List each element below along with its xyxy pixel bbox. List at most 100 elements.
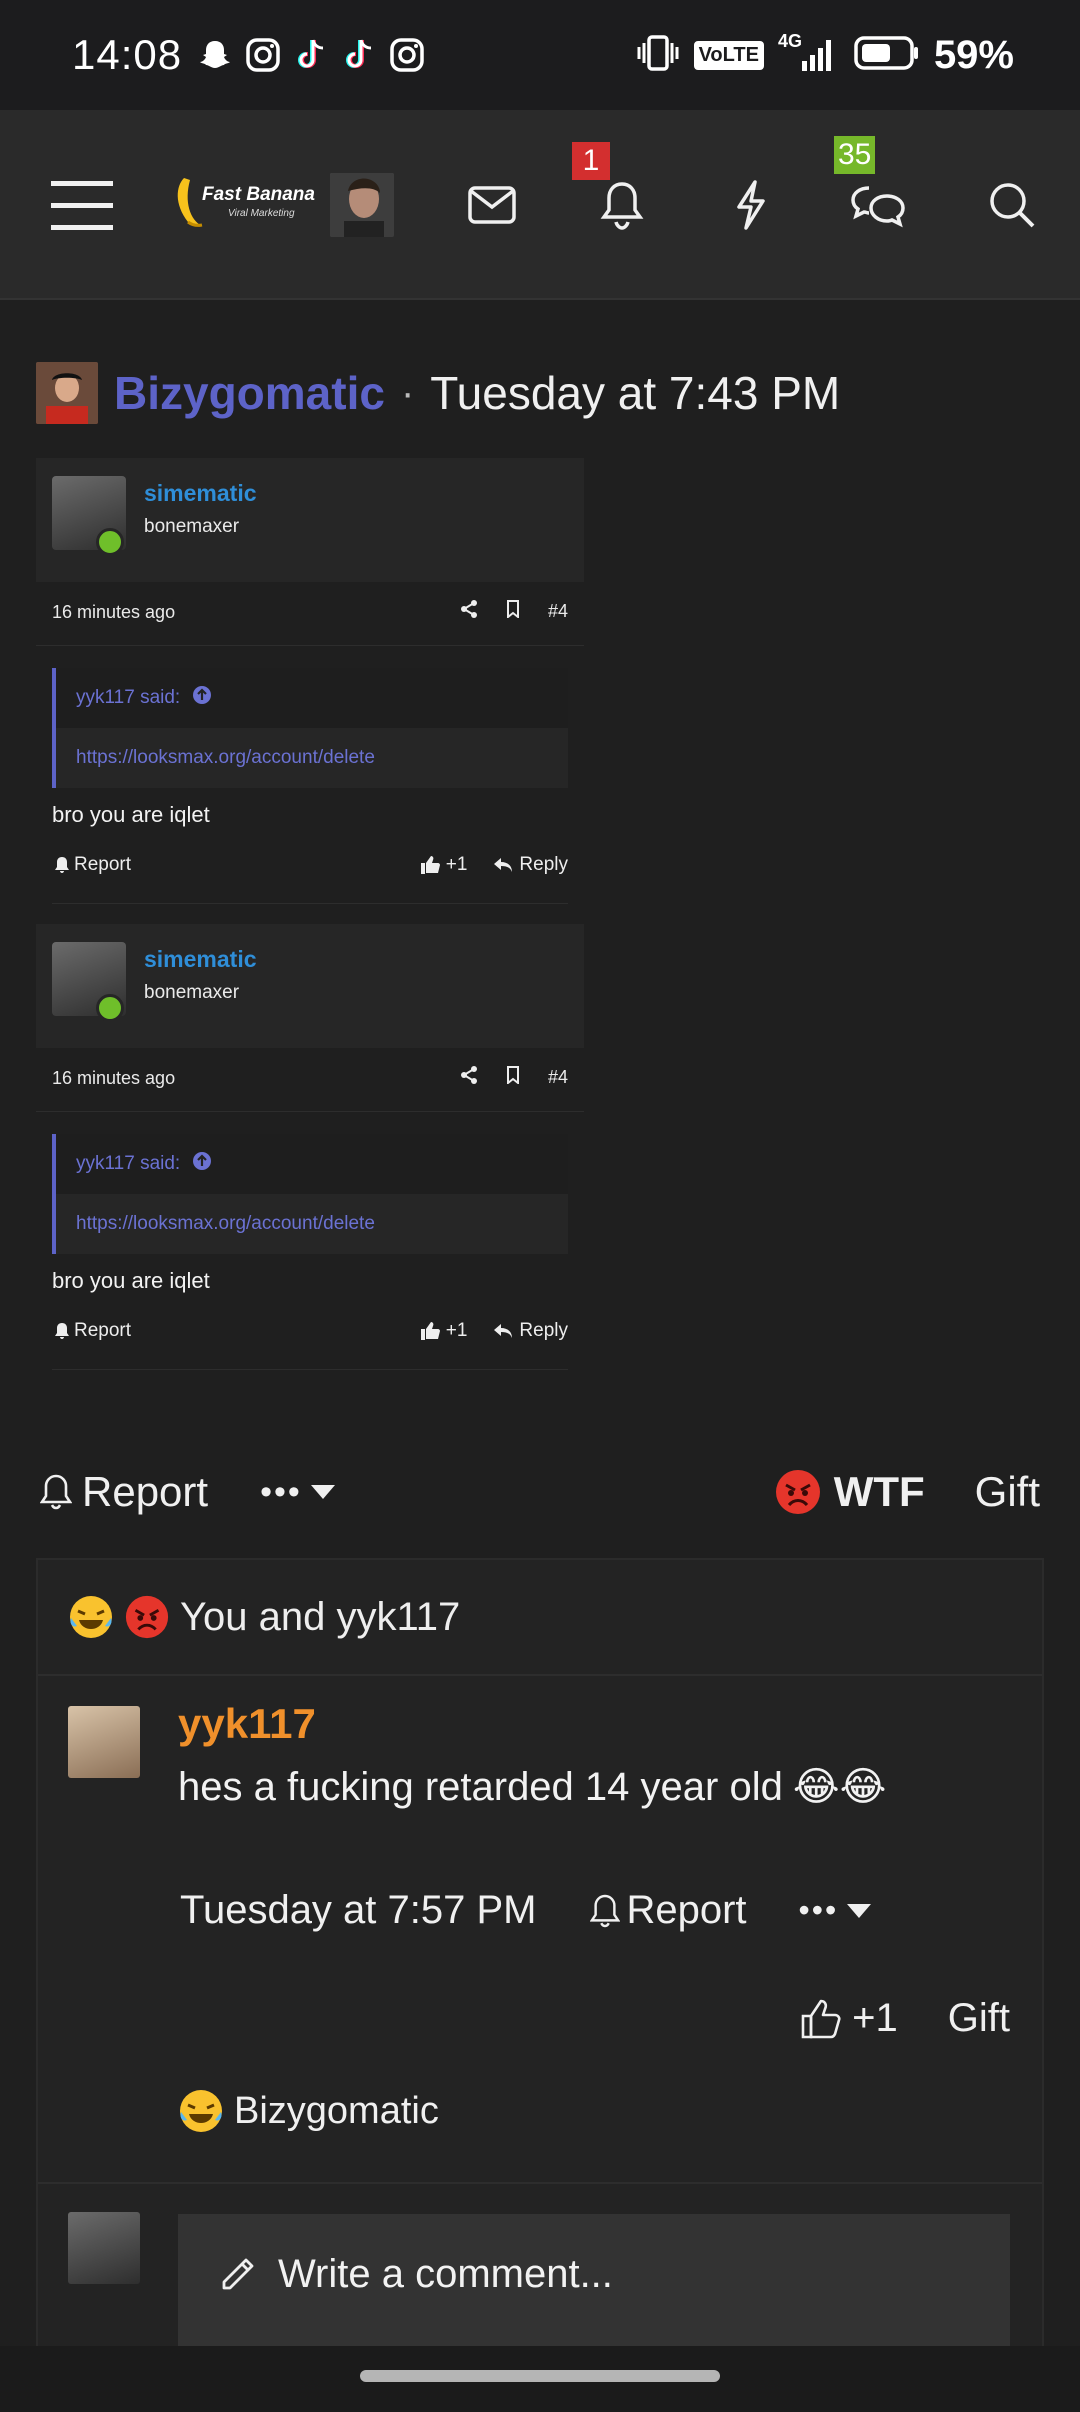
report-button[interactable]: Report — [54, 854, 131, 876]
quote-author[interactable]: yyk117 said: — [76, 687, 180, 709]
bell-icon — [55, 1323, 69, 1339]
reactions-summary[interactable]: You and yyk117 — [38, 1560, 1042, 1676]
angry-face-icon — [125, 1595, 169, 1639]
online-indicator — [96, 994, 124, 1022]
quote-block: yyk117 said: https://looksmax.org/accoun… — [52, 668, 568, 788]
thread-header: Bizygomatic · Tuesday at 7:43 PM — [36, 362, 840, 424]
comment-text: hes a fucking retarded 14 year old — [178, 1764, 783, 1809]
embedded-post: simematic bonemaxer 16 minutes ago #4 yy… — [36, 924, 584, 1370]
instagram-icon — [244, 36, 282, 74]
report-button[interactable]: Report — [590, 1888, 747, 1933]
laughing-crying-emoji: 😂😂 — [792, 1764, 887, 1810]
status-time: 14:08 — [72, 31, 183, 78]
reply-button[interactable]: Reply — [493, 1320, 568, 1342]
post-time[interactable]: 16 minutes ago — [52, 1068, 175, 1089]
like-button[interactable]: +1 — [420, 1320, 467, 1342]
bookmark-icon[interactable] — [506, 1066, 520, 1089]
thumbs-up-icon — [420, 856, 440, 874]
quote-block: yyk117 said: https://looksmax.org/accoun… — [52, 1134, 568, 1254]
chevron-down-icon — [310, 1485, 335, 1499]
thread-author-link[interactable]: Bizygomatic — [114, 366, 385, 420]
chevron-down-icon — [847, 1903, 872, 1918]
alerts-button[interactable]: 1 — [572, 142, 664, 250]
status-bar: 14:08 VoLTE 4G 59% — [0, 0, 1080, 110]
site-logo[interactable]: Fast Banana Viral Marketing — [166, 172, 315, 232]
share-icon[interactable] — [460, 600, 478, 623]
search-icon — [990, 183, 1035, 228]
reactions-label: You and yyk117 — [180, 1594, 461, 1639]
report-button[interactable]: Report — [40, 1468, 208, 1516]
pencil-icon — [222, 2258, 254, 2290]
chat-bubbles-icon — [851, 186, 905, 228]
logo-text: Fast Banana — [202, 184, 315, 205]
online-indicator — [96, 528, 124, 556]
embed-username[interactable]: simematic — [144, 480, 257, 507]
ellipsis-icon: ••• — [260, 1472, 302, 1511]
bell-icon — [590, 1894, 621, 1927]
reply-icon — [494, 858, 513, 872]
comment-reaction[interactable]: Bizygomatic — [178, 2088, 439, 2134]
conversation-badge: 35 — [834, 136, 876, 174]
avatar[interactable] — [68, 1706, 140, 1778]
reply-button[interactable]: Reply — [493, 854, 568, 876]
arrow-up-circle-icon[interactable] — [192, 685, 212, 711]
logo-subtext: Viral Marketing — [228, 208, 295, 219]
comment-item: yyk117 hes a fucking retarded 14 year ol… — [38, 1676, 1042, 2184]
angry-face-icon — [775, 1470, 820, 1514]
comments-section: You and yyk117 yyk117 hes a fucking reta… — [36, 1558, 1044, 2364]
like-button[interactable]: +1 — [800, 1996, 898, 2041]
thread-timestamp[interactable]: Tuesday at 7:43 PM — [430, 366, 840, 420]
post-action-bar: Report ••• WTF Gift — [40, 1460, 1040, 1524]
write-comment-row: Write a comment... — [38, 2184, 1042, 2364]
search-button[interactable] — [970, 160, 1054, 250]
embedded-post: simematic bonemaxer 16 minutes ago #4 yy… — [36, 458, 584, 904]
post-number[interactable]: #4 — [548, 1067, 568, 1088]
home-indicator[interactable] — [360, 2370, 720, 2382]
write-comment-input[interactable]: Write a comment... — [178, 2214, 1010, 2364]
menu-button[interactable] — [46, 160, 118, 250]
embed-meta: 16 minutes ago #4 — [36, 582, 584, 646]
reaction-button[interactable]: WTF — [774, 1468, 925, 1516]
signal-icon: 4G — [778, 31, 840, 75]
like-button[interactable]: +1 — [420, 854, 467, 876]
post-number[interactable]: #4 — [548, 601, 568, 622]
envelope-icon — [468, 186, 516, 224]
more-options-button[interactable]: ••• — [260, 1473, 336, 1512]
notification-badge: 1 — [572, 142, 610, 180]
post-time[interactable]: 16 minutes ago — [52, 602, 175, 623]
whats-new-button[interactable] — [708, 160, 792, 250]
report-button[interactable]: Report — [54, 1320, 131, 1342]
post-actions: Report +1 Reply — [52, 1294, 568, 1370]
bookmark-icon[interactable] — [506, 600, 520, 623]
gesture-bar — [0, 2346, 1080, 2412]
share-icon[interactable] — [460, 1066, 478, 1089]
account-avatar[interactable] — [330, 173, 394, 237]
arrow-up-circle-icon[interactable] — [192, 1151, 212, 1177]
thumbs-up-icon — [420, 1322, 440, 1340]
bell-icon — [600, 182, 644, 230]
battery-icon — [854, 35, 920, 76]
gift-button[interactable]: Gift — [975, 1468, 1040, 1516]
embed-user-title: bonemaxer — [144, 982, 240, 1003]
more-options-button[interactable]: ••• — [799, 1892, 873, 1929]
conversations-button[interactable]: 35 — [834, 136, 920, 250]
post-text: bro you are iqlet — [52, 802, 210, 827]
comment-meta: Tuesday at 7:57 PM Report ••• — [180, 1888, 872, 1933]
comment-actions: +1 Gift — [800, 1996, 1010, 2041]
comment-username[interactable]: yyk117 — [178, 1700, 316, 1748]
embed-meta: 16 minutes ago #4 — [36, 1048, 584, 1112]
thumbs-up-icon — [801, 1999, 841, 2038]
comment-timestamp[interactable]: Tuesday at 7:57 PM — [180, 1888, 536, 1933]
inbox-button[interactable] — [450, 160, 534, 250]
vibrate-icon — [636, 34, 680, 77]
gift-button[interactable]: Gift — [948, 1996, 1010, 2041]
reactor-name: Bizygomatic — [234, 2089, 439, 2132]
quote-link[interactable]: https://looksmax.org/account/delete — [56, 728, 568, 788]
author-avatar[interactable] — [36, 362, 98, 424]
avatar — [68, 2212, 140, 2284]
laughing-crying-icon — [70, 1596, 112, 1638]
tiktok-icon — [292, 36, 330, 74]
embed-username[interactable]: simematic — [144, 946, 257, 973]
quote-author[interactable]: yyk117 said: — [76, 1153, 180, 1175]
quote-link[interactable]: https://looksmax.org/account/delete — [56, 1194, 568, 1254]
